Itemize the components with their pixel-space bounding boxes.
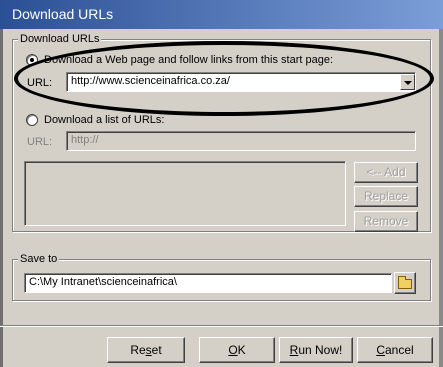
right-edge (439, 29, 443, 367)
list-url-input[interactable]: http:// (66, 131, 416, 151)
chevron-down-icon (402, 74, 403, 75)
ok-button[interactable]: OK (199, 337, 275, 363)
url-list-radio[interactable] (26, 114, 38, 126)
save-path-input[interactable]: C:\My Intranet\scienceinafrica\ (24, 273, 392, 293)
remove-button[interactable]: Remove (354, 211, 418, 232)
save-path-value: C:\My Intranet\scienceinafrica\ (29, 276, 177, 288)
save-to-legend: Save to (18, 252, 60, 266)
replace-button[interactable]: Replace (354, 186, 418, 207)
download-urls-legend: Download URLs (18, 32, 102, 46)
list-url-label: URL: (27, 136, 53, 148)
url-combo-input[interactable]: http://www.scienceinafrica.co.za/ (66, 72, 416, 92)
folder-icon (398, 276, 412, 289)
url-dropdown-button[interactable] (400, 74, 415, 90)
run-now-button[interactable]: Run Now! (279, 337, 353, 363)
reset-button[interactable]: Reset (107, 337, 185, 363)
separator (0, 325, 443, 327)
cancel-button[interactable]: Cancel (357, 337, 433, 363)
list-url-placeholder: http:// (71, 134, 99, 146)
url-list-box[interactable] (24, 161, 346, 226)
web-page-option-label[interactable]: Download a Web page and follow links fro… (44, 53, 333, 67)
url-value: http://www.scienceinafrica.co.za/ (71, 75, 230, 87)
add-button[interactable]: <-- Add (354, 162, 418, 183)
url-label: URL: (27, 77, 53, 89)
url-list-option-label[interactable]: Download a list of URLs: (44, 113, 164, 127)
window-title: Download URLs (0, 0, 443, 29)
web-page-radio[interactable] (26, 54, 38, 66)
left-edge (0, 29, 3, 367)
